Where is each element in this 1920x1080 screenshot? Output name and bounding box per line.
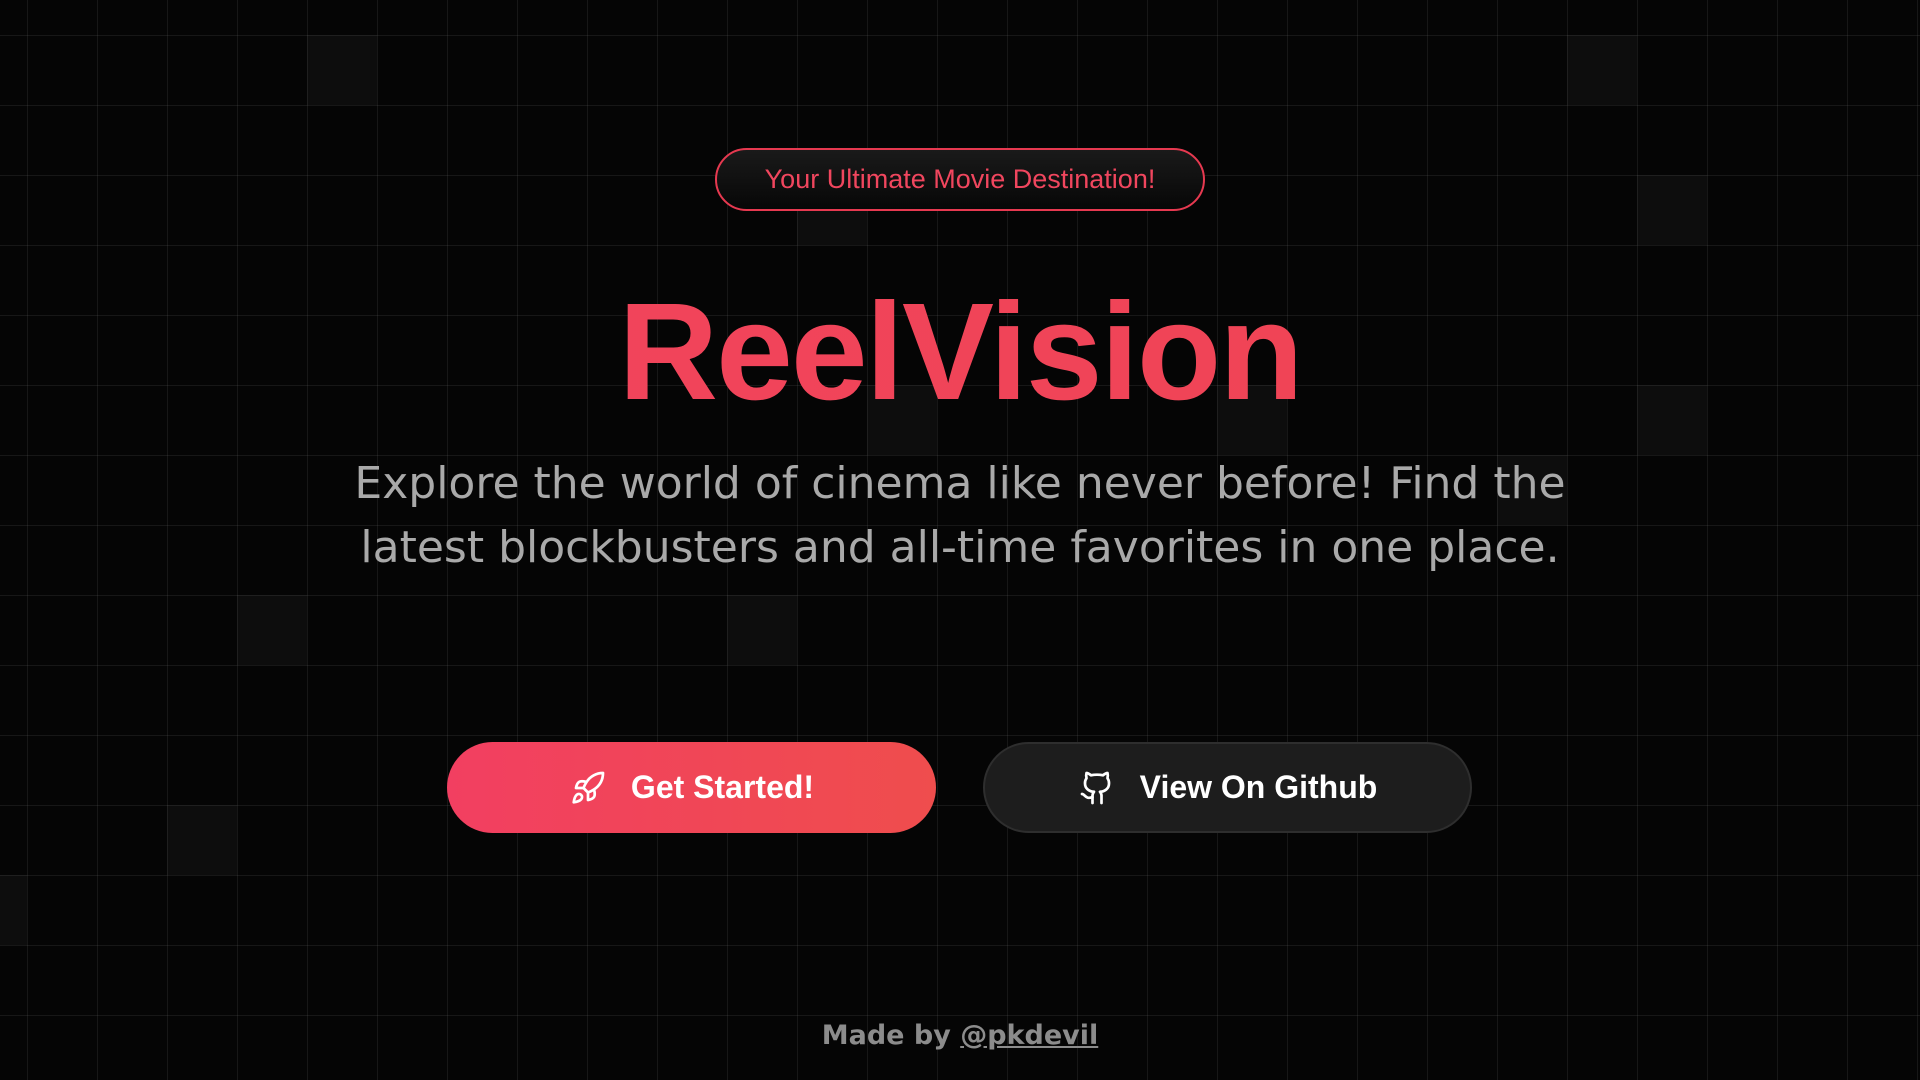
get-started-label: Get Started! <box>630 769 815 805</box>
view-on-github-button[interactable]: View On Github <box>983 742 1472 833</box>
author-link[interactable]: @pkdevil <box>960 1020 1098 1051</box>
hero-description: Explore the world of cinema like never b… <box>354 458 1566 573</box>
grid-highlight-cell <box>1567 35 1637 105</box>
grid-highlight-cell <box>307 35 377 105</box>
tagline-badge: Your Ultimate Movie Destination! <box>715 148 1205 211</box>
grid-highlight-cell <box>727 595 797 665</box>
app-title: ReelVision <box>0 272 1920 432</box>
view-on-github-label: View On Github <box>1139 769 1378 805</box>
grid-highlight-cell <box>0 875 27 945</box>
get-started-button[interactable]: Get Started! <box>447 742 936 833</box>
footer-prefix: Made by <box>821 1020 951 1051</box>
grid-highlight-cell <box>1637 175 1707 245</box>
tagline-badge-text: Your Ultimate Movie Destination! <box>764 164 1156 194</box>
grid-highlight-cell <box>167 805 237 875</box>
rocket-icon <box>569 769 607 807</box>
grid-highlight-cell <box>237 595 307 665</box>
github-icon <box>1078 769 1116 807</box>
footer-credit: Made by @pkdevil <box>0 1020 1920 1051</box>
